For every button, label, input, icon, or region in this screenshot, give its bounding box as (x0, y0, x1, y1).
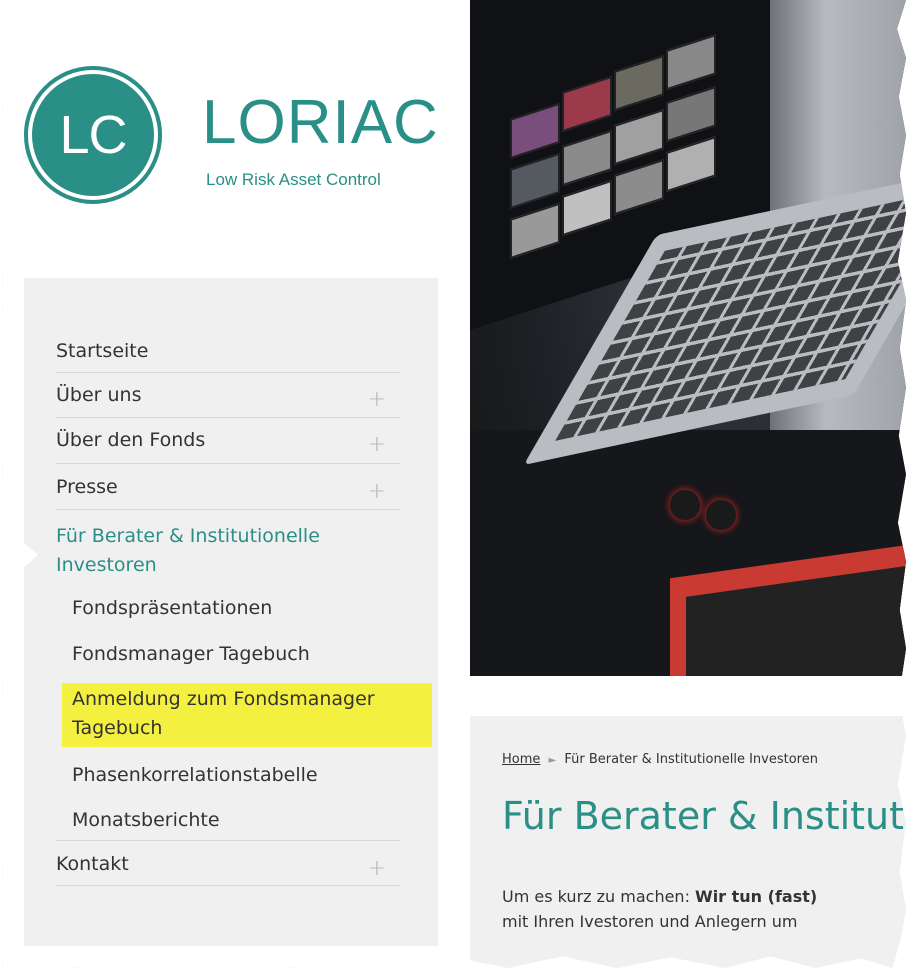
expand-plus-icon[interactable]: + (368, 388, 386, 411)
breadcrumb-separator-icon: ► (548, 755, 557, 766)
page-title: Für Berater & Institutionelle Investoren (502, 794, 906, 838)
sub-item-monatsberichte[interactable]: Monatsberichte (72, 807, 220, 833)
intro-text: Um es kurz zu machen: Wir tun (fast) mit… (502, 884, 817, 934)
sub-item-label: Fondspräsentationen (72, 597, 273, 619)
sub-item-label: Fondsmanager Tagebuch (72, 643, 310, 665)
nav-item-ueber-den-fonds[interactable]: Über den Fonds + (56, 429, 400, 464)
nav-item-startseite[interactable]: Startseite (56, 340, 400, 373)
nav-item-label: Presse (56, 476, 118, 498)
breadcrumb-home-link[interactable]: Home (502, 752, 540, 767)
nav-item-presse[interactable]: Presse + (56, 476, 400, 510)
logo[interactable]: LC (24, 66, 162, 204)
main-content: Home ► Für Berater & Institutionelle Inv… (470, 716, 906, 968)
sub-item-label: Phasenkorrelationstabelle (72, 764, 318, 786)
nav-item-fuer-berater[interactable]: Für Berater & Institutionelle Investoren (56, 522, 376, 580)
sub-item-fondsmanager-tagebuch[interactable]: Fondsmanager Tagebuch (72, 641, 310, 667)
nav-item-label: Startseite (56, 340, 149, 362)
nav-item-ueber-uns[interactable]: Über uns + (56, 384, 400, 418)
sub-item-label: Monatsberichte (72, 809, 220, 831)
brand-name: LORIAC (202, 88, 439, 157)
intro-text-line2: mit Ihren Ivestoren und Anlegern um (502, 912, 798, 931)
sub-item-fondspraesentationen[interactable]: Fondspräsentationen (72, 595, 272, 621)
nav-item-kontakt[interactable]: Kontakt + (56, 853, 400, 886)
sub-item-anmeldung[interactable]: Anmeldung zum Fondsmanager Tagebuch (62, 683, 432, 747)
brand-tagline: Low Risk Asset Control (206, 170, 381, 189)
expand-plus-icon[interactable]: + (368, 433, 386, 456)
sidebar-nav: Startseite Über uns + Über den Fonds + P… (22, 278, 438, 946)
intro-text-bold: Wir tun (fast) (695, 887, 818, 906)
breadcrumb: Home ► Für Berater & Institutionelle Inv… (502, 752, 818, 767)
sub-item-label: Anmeldung zum Fondsmanager Tagebuch (72, 688, 375, 739)
intro-text-start: Um es kurz zu machen: (502, 887, 696, 906)
earbud-icon (670, 490, 700, 520)
screenshot-frame: LC LORIAC Low Risk Asset Control Startse… (2, 0, 906, 968)
expand-plus-icon[interactable]: + (368, 480, 386, 503)
earbud-icon (706, 500, 736, 530)
nav-item-label: Kontakt (56, 853, 129, 875)
hero-image (470, 0, 906, 676)
logo-initials: LC (59, 105, 127, 165)
breadcrumb-current: Für Berater & Institutionelle Investoren (564, 752, 818, 767)
sub-item-phasenkorrelationstabelle[interactable]: Phasenkorrelationstabelle (72, 762, 318, 788)
active-indicator-icon (22, 541, 38, 569)
expand-plus-icon[interactable]: + (368, 857, 386, 880)
nav-item-label: Über den Fonds (56, 429, 206, 451)
nav-item-label: Für Berater & Institutionelle Investoren (56, 525, 320, 576)
nav-item-label: Über uns (56, 384, 142, 406)
nav-divider (56, 839, 400, 841)
